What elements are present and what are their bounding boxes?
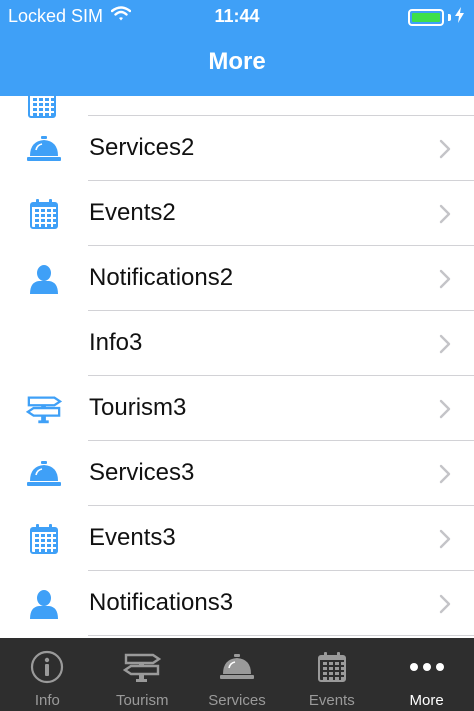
tab-more[interactable]: More (379, 638, 474, 711)
list-item[interactable]: Services3 (0, 441, 474, 506)
more-list[interactable]: Services2 Events2 Notifications2 Info3 Touri… (0, 96, 474, 638)
bell-icon (217, 650, 257, 684)
list-item[interactable]: Notifications3 (0, 571, 474, 636)
list-item-label: Services2 (89, 134, 195, 161)
tab-bar: Info Tourism Services Events More (0, 638, 474, 711)
status-time: 11:44 (214, 6, 260, 26)
bell-icon (26, 133, 62, 165)
battery-level (412, 13, 440, 22)
tab-label: Events (308, 692, 355, 709)
chevron-right-icon (438, 593, 452, 615)
bell-icon (26, 458, 62, 490)
person-icon (26, 263, 62, 295)
chevron-right-icon (438, 138, 452, 160)
tab-label: Services (208, 692, 266, 709)
signpost-icon (122, 650, 162, 684)
list-item-label: Notifications2 (89, 264, 234, 291)
chevron-right-icon (438, 333, 452, 355)
battery-icon (408, 7, 464, 28)
list-item[interactable]: Events2 (0, 181, 474, 246)
charging-icon (455, 7, 464, 28)
tab-label: More (409, 692, 444, 709)
list-item-label: Tourism3 (89, 394, 187, 421)
calendar-icon (312, 650, 352, 684)
tab-tourism[interactable]: Tourism (95, 638, 190, 711)
status-bar: Locked SIM 11:44 (0, 0, 474, 32)
tab-label: Tourism (115, 692, 169, 709)
chevron-right-icon (438, 528, 452, 550)
list-item[interactable]: Tourism3 (0, 376, 474, 441)
list-item[interactable]: Services2 (0, 116, 474, 181)
list-item-partial[interactable] (0, 96, 474, 118)
person-icon (26, 588, 62, 620)
list-item-label: Info3 (89, 329, 143, 356)
tab-events[interactable]: Events (284, 638, 379, 711)
tab-services[interactable]: Services (190, 638, 285, 711)
more-icon (407, 650, 447, 684)
chevron-right-icon (438, 268, 452, 290)
top-bar: Locked SIM 11:44 More (0, 0, 474, 96)
list-item[interactable]: Notifications2 (0, 246, 474, 311)
icon-placeholder (26, 328, 62, 360)
list-item-label: Events2 (89, 199, 176, 226)
info-icon (27, 650, 67, 684)
chevron-right-icon (438, 203, 452, 225)
list-item[interactable]: Events3 (0, 506, 474, 571)
list-item-label: Notifications3 (89, 589, 234, 616)
tab-label: Info (34, 692, 60, 709)
calendar-icon (26, 523, 62, 555)
tab-info[interactable]: Info (0, 638, 95, 711)
nav-title: More (208, 48, 266, 75)
list-item-label: Services3 (89, 459, 195, 486)
chevron-right-icon (438, 398, 452, 420)
signpost-icon (26, 393, 62, 425)
list-item-label: Events3 (89, 524, 176, 551)
calendar-icon (26, 198, 62, 230)
chevron-right-icon (438, 463, 452, 485)
list-item[interactable]: Info3 (0, 311, 474, 376)
